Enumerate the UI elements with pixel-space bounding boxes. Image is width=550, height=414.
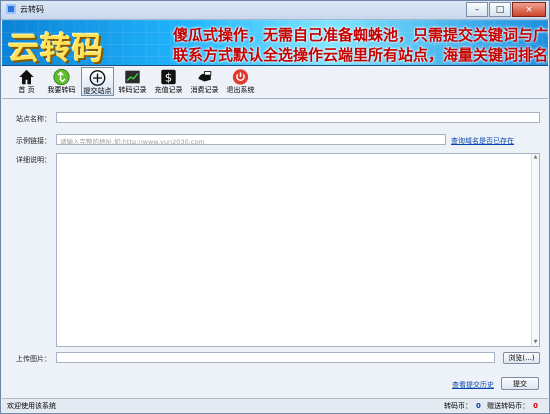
toolbar-recharge-records[interactable]: $ 充值记录 — [152, 67, 185, 96]
maximize-button[interactable]: □ — [489, 2, 511, 17]
coin-label: 转码币： — [444, 402, 473, 410]
toolbar-transcode-label: 我要转码 — [47, 86, 76, 94]
home-icon — [19, 69, 34, 85]
consume-icon — [198, 71, 212, 82]
scroll-up-icon[interactable]: ▲ — [533, 155, 538, 160]
banner-headline-1: 傻瓜式操作，无需自己准备蜘蛛池，只需提交关键词与广告 — [173, 26, 548, 44]
toolbar-submit-site-label: 提交站点 — [83, 87, 112, 95]
description-textarea[interactable]: ▲ ▼ — [56, 153, 540, 347]
toolbar-transcode-records[interactable]: 转码记录 — [116, 67, 149, 96]
welcome-message: 欢迎使用该系统 — [7, 402, 56, 410]
upload-image-label: 上传图片： — [16, 355, 51, 363]
status-bar: 欢迎使用该系统 转码币： 0 赠送转码币： 0 — [2, 398, 548, 412]
coin-value: 0 — [476, 402, 481, 410]
example-link-label: 示例链接： — [16, 137, 51, 145]
description-scrollbar[interactable]: ▲ ▼ — [531, 154, 539, 346]
check-domain-link[interactable]: 查询域名是否已存在 — [451, 136, 514, 146]
toolbar-consume-records[interactable]: 消费记录 — [188, 67, 221, 96]
promo-banner: 云转码 傻瓜式操作，无需自己准备蜘蛛池，只需提交关键词与广告 联系方式默认全选操… — [2, 20, 548, 66]
description-label: 详细说明： — [16, 156, 51, 164]
scroll-down-icon[interactable]: ▼ — [533, 340, 538, 345]
svg-text:$: $ — [165, 71, 172, 85]
banner-logo: 云转码 — [8, 31, 104, 66]
submit-button[interactable]: 提交 — [501, 377, 539, 390]
toolbar-consume-records-label: 消费记录 — [190, 86, 219, 94]
minimize-button[interactable]: – — [466, 2, 488, 17]
toolbar-submit-site[interactable]: 提交站点 — [81, 67, 114, 96]
site-name-label: 站点名称： — [16, 115, 51, 123]
power-icon — [232, 69, 249, 85]
close-button[interactable]: × — [512, 2, 546, 17]
chart-icon — [125, 70, 140, 84]
example-link-input[interactable]: 请输入完整的地址,如:http://www.yun2030.com — [56, 134, 446, 145]
app-icon — [6, 4, 16, 14]
title-bar: 云转码 – □ × — [1, 1, 549, 20]
add-site-icon — [89, 70, 106, 86]
toolbar-transcode[interactable]: 我要转码 — [45, 67, 78, 96]
banner-headline-2: 联系方式默认全选操作云端里所有站点，海量关键词排名首页！ — [173, 46, 548, 64]
toolbar-exit-label: 退出系统 — [226, 86, 255, 94]
view-history-link[interactable]: 查看提交历史 — [452, 380, 494, 390]
toolbar-exit[interactable]: 退出系统 — [224, 67, 257, 96]
browse-button[interactable]: 浏览(...) — [503, 352, 540, 364]
gift-coin-value: 0 — [533, 402, 538, 410]
app-window: 云转码 – □ × 云转码 傻瓜式操作，无需自己准备蜘蛛池，只需提交关键词与广告… — [0, 0, 550, 414]
dollar-icon: $ — [161, 69, 176, 85]
toolbar-home[interactable]: 首 页 — [10, 67, 43, 96]
toolbar-recharge-records-label: 充值记录 — [154, 86, 183, 94]
toolbar-home-label: 首 页 — [18, 86, 35, 94]
window-controls: – □ × — [466, 2, 546, 17]
coin-status: 转码币： 0 赠送转码币： 0 — [444, 401, 542, 411]
window-title: 云转码 — [20, 5, 44, 14]
submit-site-form: 站点名称： 示例链接： 请输入完整的地址,如:http://www.yun203… — [2, 99, 548, 401]
upload-image-path[interactable] — [56, 352, 495, 363]
main-toolbar: 首 页 我要转码 提交站点 转码记录 $ 充值记录 消费记录 退出系统 — [2, 66, 548, 99]
recycle-icon — [53, 68, 70, 86]
gift-coin-label: 赠送转码币： — [487, 402, 530, 410]
toolbar-transcode-records-label: 转码记录 — [118, 86, 147, 94]
site-name-input[interactable] — [56, 112, 540, 123]
